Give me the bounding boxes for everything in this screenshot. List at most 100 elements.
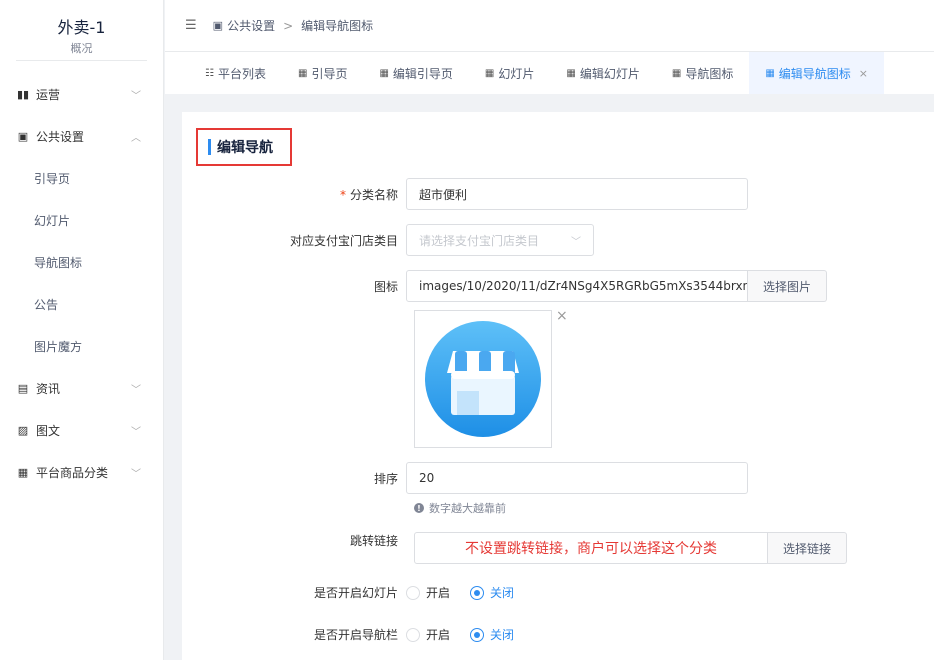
navbar-label: 是否开启导航栏 [313,628,398,642]
sidebar-item-news[interactable]: ▤ 资讯 ﹀ [0,367,163,409]
overview-link[interactable]: 概况 [0,40,163,56]
form-row-link: 跳转链接 [182,532,406,549]
sidebar: 外卖-1 概况 ▮▮ 运营 ﹀ ▣ 公共设置 ︿ 引导页 幻灯片 导航图标 公告… [0,0,164,660]
brand-divider [16,60,147,61]
radio-dot [406,585,420,600]
slideshow-off-radio[interactable]: 关闭 [470,584,514,601]
tab-label: 幻灯片 [498,66,535,81]
sidebar-subitem-nav-icon[interactable]: 导航图标 [0,241,163,283]
top-header: ☰ ▣ 公共设置 > 编辑导航图标 [165,0,934,52]
select-image-button[interactable]: 选择图片 [748,270,828,302]
sidebar-item-product-category[interactable]: ▦ 平台商品分类 ﹀ [0,451,163,493]
sidebar-subitem-guide[interactable]: 引导页 [0,157,163,199]
main-content: 编辑导航 * 分类名称 超市便利 对应支付宝门店类目 请选择支付宝门店类目 ﹀ 图… [182,112,934,660]
label-text: 分类名称 [349,187,398,202]
list-icon: ☷ [205,67,214,79]
breadcrumb-item-current: 编辑导航图标 [301,19,374,33]
sort-label: 排序 [373,471,398,486]
tab-label: 编辑幻灯片 [579,66,640,81]
grid-icon: ▦ [566,67,576,79]
close-icon[interactable]: × [859,67,868,80]
category-name-input[interactable]: 超市便利 [406,178,748,210]
grid-icon: ▦ [379,67,389,79]
breadcrumb-separator: > [283,18,294,33]
tab-edit-nav-icon[interactable]: ▦ 编辑导航图标 × [749,52,885,94]
link-label: 跳转链接 [349,534,398,548]
chevron-down-icon: ﹀ [131,384,141,396]
form-row-icon: 图标 images/10/2020/11/dZr4NSg4X5RGRbG5mXs… [182,270,828,302]
chevron-down-icon: ﹀ [131,468,141,480]
tab-label: 引导页 [311,66,348,81]
radio-label: 关闭 [490,628,515,642]
icon-path-input[interactable]: images/10/2020/11/dZr4NSg4X5RGRbG5mXs354… [406,270,748,302]
tab-platform-list[interactable]: ☷ 平台列表 [189,52,282,94]
form-row-navbar: 是否开启导航栏 开启 关闭 [182,626,534,643]
grid-icon: ▦ [297,67,308,79]
category-name-label: * 分类名称 [182,186,406,203]
sidebar-item-graphic[interactable]: ▨ 图文 ﹀ [0,409,163,451]
chevron-down-icon: ﹀ [131,90,141,102]
sidebar-menu: ▮▮ 运营 ﹀ ▣ 公共设置 ︿ 引导页 幻灯片 导航图标 公告 图片魔方 ▤ … [0,73,163,493]
slideshow-on-radio[interactable]: 开启 [406,584,450,601]
form-row-slideshow: 是否开启幻灯片 开启 关闭 [182,584,534,601]
radio-label: 开启 [426,586,451,600]
tab-label: 编辑导航图标 [778,66,851,81]
navbar-radio-group: 开启 关闭 [406,626,534,643]
section-title-text: 编辑导航 [217,140,273,156]
breadcrumb-item[interactable]: 公共设置 [227,17,275,34]
image-icon: ▣ [17,129,29,143]
tab-edit-guide[interactable]: ▦ 编辑引导页 [363,52,468,94]
sidebar-subitem-image-cube[interactable]: 图片魔方 [0,325,163,367]
brand-title: 外卖-1 [57,18,106,37]
radio-dot [470,627,485,642]
radio-label: 关闭 [490,586,515,600]
brand: 外卖-1 概况 [0,0,163,60]
form-row-category-name: * 分类名称 超市便利 [182,178,748,210]
required-mark: * [339,187,346,202]
icon-label: 图标 [373,279,398,294]
remove-image-icon[interactable]: × [556,308,568,324]
hint-text: 数字越大越靠前 [429,502,506,515]
tab-nav-icon[interactable]: ▦ 导航图标 [656,52,749,94]
chevron-down-icon: ﹀ [571,236,581,248]
tab-guide[interactable]: ▦ 引导页 [282,52,363,94]
store-icon [425,321,541,437]
icon-preview [414,310,552,448]
tab-bar: ☷ 平台列表 ▦ 引导页 ▦ 编辑引导页 ▦ 幻灯片 ▦ 编辑幻灯片 ▦ 导航图… [165,52,934,94]
alipay-category-select[interactable]: 请选择支付宝门店类目 ﹀ [406,224,594,256]
sort-hint: ! 数字越大越靠前 [414,500,506,516]
image-icon: ▣ [212,19,224,32]
sort-input[interactable]: 20 [406,462,748,494]
radio-dot [406,627,420,642]
link-input[interactable]: 不设置跳转链接，商户可以选择这个分类 [414,532,768,564]
sidebar-item-label: 运营 [36,87,61,102]
bar-chart-icon: ▮▮ [16,87,30,101]
breadcrumb: ▣ 公共设置 > 编辑导航图标 [213,17,374,34]
section-accent-bar [208,139,211,155]
form-row-alipay-category: 对应支付宝门店类目 请选择支付宝门店类目 ﹀ [182,224,594,256]
grid-icon: ▦ [17,465,29,479]
grid-icon: ▦ [671,67,682,79]
sidebar-item-label: 公共设置 [36,129,85,144]
tab-edit-slideshow[interactable]: ▦ 编辑幻灯片 [550,52,655,94]
select-link-button[interactable]: 选择链接 [768,532,848,564]
chevron-down-icon: ﹀ [131,426,141,438]
picture-icon: ▨ [17,423,29,437]
grid-icon: ▦ [484,67,495,79]
sidebar-item-operations[interactable]: ▮▮ 运营 ﹀ [0,73,163,115]
tab-label: 导航图标 [685,66,734,81]
menu-toggle-icon[interactable]: ☰ [185,18,197,33]
sidebar-item-public-settings[interactable]: ▣ 公共设置 ︿ [0,115,163,157]
navbar-on-radio[interactable]: 开启 [406,626,450,643]
navbar-off-radio[interactable]: 关闭 [470,626,514,643]
slideshow-radio-group: 开启 关闭 [406,584,534,601]
sidebar-item-label: 平台商品分类 [36,465,109,480]
sidebar-subitem-slideshow[interactable]: 幻灯片 [0,199,163,241]
form-row-sort: 排序 20 [182,462,748,494]
slideshow-label: 是否开启幻灯片 [313,586,398,600]
app-root: 外卖-1 概况 ▮▮ 运营 ﹀ ▣ 公共设置 ︿ 引导页 幻灯片 导航图标 公告… [0,0,934,660]
tab-slideshow[interactable]: ▦ 幻灯片 [469,52,550,94]
tab-label: 平台列表 [217,66,266,81]
tab-label: 编辑引导页 [392,66,453,81]
sidebar-subitem-notice[interactable]: 公告 [0,283,163,325]
